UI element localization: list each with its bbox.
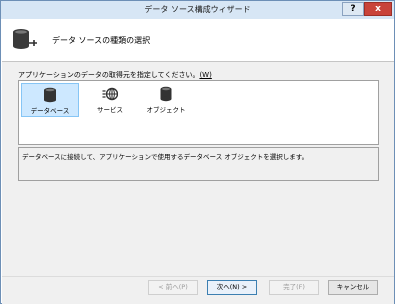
list-item-label: オブジェクト	[146, 106, 186, 114]
database-connect-icon	[13, 29, 37, 49]
source-prompt-label: アプリケーションのデータの取得元を指定してください。(W)	[18, 70, 212, 80]
source-prompt-text: アプリケーションのデータの取得元を指定してください。	[18, 71, 200, 79]
next-button[interactable]: 次へ(N) >	[207, 280, 257, 295]
list-item-label: データベース	[30, 107, 70, 115]
help-button[interactable]: ?	[342, 2, 364, 16]
wizard-header: データ ソースの種類の選択	[2, 19, 394, 61]
list-item-service[interactable]: サービス	[81, 83, 139, 117]
wizard-window: データ ソース構成ウィザード ? x データ ソースの種類の選択 アプリケーショ…	[0, 0, 395, 304]
database-icon	[44, 87, 56, 103]
page-title: データ ソースの種類の選択	[52, 36, 151, 45]
source-prompt-mnemonic: (W)	[199, 71, 212, 79]
button-bar: < 前へ(P) 次へ(N) > 完了(F) キャンセル	[2, 277, 394, 304]
object-icon	[160, 86, 172, 102]
previous-button[interactable]: < 前へ(P)	[148, 280, 198, 295]
title-bar[interactable]: データ ソース構成ウィザード ? x	[1, 1, 394, 19]
close-button[interactable]: x	[364, 2, 392, 16]
list-item-label: サービス	[97, 106, 123, 114]
list-item-database[interactable]: データベース	[21, 83, 79, 117]
list-item-object[interactable]: オブジェクト	[137, 83, 195, 117]
finish-button[interactable]: 完了(F)	[269, 280, 319, 295]
window-title: データ ソース構成ウィザード	[144, 5, 251, 14]
cancel-button[interactable]: キャンセル	[328, 280, 378, 295]
data-source-list[interactable]: データベース サービス オブジェクト	[18, 80, 379, 145]
wizard-content: アプリケーションのデータの取得元を指定してください。(W) データベース サービ…	[2, 62, 394, 276]
description-box: データベースに接続して、アプリケーションで使用するデータベース オブジェクトを選…	[18, 147, 379, 181]
service-icon	[102, 87, 118, 101]
